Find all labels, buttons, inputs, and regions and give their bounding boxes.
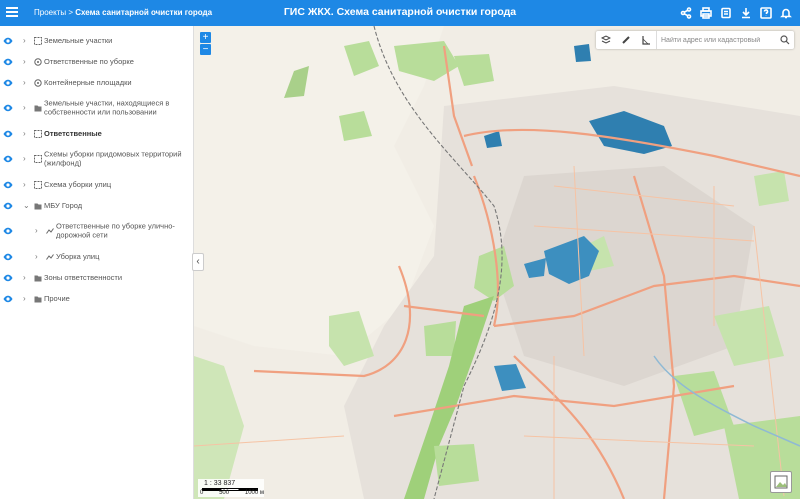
eye-icon[interactable] [3, 274, 13, 284]
chevron-right-icon[interactable]: › [23, 36, 31, 45]
eye-icon[interactable] [3, 37, 13, 47]
map-toolbar: Найти адрес или кадастровый [596, 31, 794, 49]
image-icon [774, 475, 788, 489]
chevron-right-icon[interactable]: › [35, 227, 43, 235]
breadcrumb-current: Схема санитарной очистки города [75, 8, 213, 17]
eye-icon[interactable] [3, 104, 13, 114]
layer-row[interactable]: › Зоны ответственности [0, 267, 193, 288]
search-icon[interactable] [780, 35, 790, 45]
layer-row[interactable]: › Уборка улиц [0, 246, 193, 267]
layer-row[interactable]: › Ответственные [0, 123, 193, 144]
eye-icon[interactable] [3, 202, 13, 212]
folder-icon [34, 274, 42, 282]
eye-icon[interactable] [3, 58, 13, 68]
layer-label: Ответственные по уборке улично-дорожной … [56, 221, 175, 239]
zoom-in-button[interactable]: + [200, 32, 211, 43]
scale-tick: 1000 м [244, 490, 264, 496]
top-bar: Проекты > Схема санитарной очистки город… [0, 0, 800, 26]
eye-icon[interactable] [3, 155, 13, 165]
layer-label: Земельные участки [44, 35, 113, 45]
point-layer-icon [34, 57, 42, 66]
polygon-layer-icon [34, 129, 42, 138]
layers-tool-icon[interactable] [596, 31, 616, 49]
polygon-layer-icon [34, 36, 42, 45]
scale-tick: 500 [219, 490, 230, 496]
folder-icon [34, 202, 42, 210]
polygon-layer-icon [34, 155, 42, 163]
layer-row[interactable]: › Ответственные по уборке улично-дорожной… [0, 216, 193, 246]
eye-icon[interactable] [3, 253, 13, 263]
print-icon[interactable] [698, 4, 714, 22]
layer-label: Зоны ответственности [44, 272, 123, 282]
layer-label: МБУ Город [44, 200, 83, 210]
folder-icon [34, 295, 42, 303]
layer-label: Схемы уборки придомовых территорий (жилф… [44, 149, 182, 167]
layer-label: Схема уборки улиц [44, 179, 112, 189]
layer-row[interactable]: › Схема уборки улиц [0, 174, 193, 195]
layer-row[interactable]: › Контейнерные площадки [0, 72, 193, 93]
eye-icon[interactable] [3, 181, 13, 191]
layer-label: Контейнерные площадки [44, 77, 132, 87]
scale-bar: 1 : 33 837 0 500 1000 м [198, 479, 264, 497]
layer-row[interactable]: › Земельные участки, находящиеся в собств… [0, 93, 193, 123]
scale-tick: 0 [200, 490, 204, 496]
layer-row[interactable]: › Схемы уборки придомовых территорий (жил… [0, 144, 193, 174]
chevron-down-icon[interactable]: ⌄ [23, 201, 31, 210]
layers-panel: › Земельные участки › Ответственные по убор… [0, 26, 194, 499]
point-layer-icon [34, 78, 42, 87]
chevron-right-icon[interactable]: › [23, 155, 31, 163]
chevron-right-icon[interactable]: › [23, 129, 31, 138]
chevron-right-icon[interactable]: › [35, 252, 43, 261]
layer-label: Ответственные [44, 128, 102, 138]
chevron-right-icon[interactable]: › [23, 104, 31, 112]
chevron-right-icon[interactable]: › [23, 57, 31, 66]
chevron-right-icon[interactable]: › [23, 294, 31, 303]
measure-angle-icon[interactable] [636, 31, 656, 49]
layer-label: Земельные участки, находящиеся в собстве… [44, 98, 170, 116]
layer-row[interactable]: › Ответственные по уборке [0, 51, 193, 72]
chevron-right-icon[interactable]: › [23, 180, 31, 189]
info-icon[interactable] [718, 4, 734, 22]
breadcrumb-separator: > [68, 8, 74, 17]
map-view[interactable]: + − Найти адрес или кадастровый 1 : 33 8… [194, 26, 800, 499]
chevron-right-icon[interactable]: › [23, 78, 31, 87]
eye-icon[interactable] [3, 295, 13, 305]
collapse-sidebar-button[interactable]: ‹ [192, 253, 204, 271]
breadcrumb-root[interactable]: Проекты [34, 8, 66, 17]
share-icon[interactable] [678, 4, 694, 22]
polygon-layer-icon [34, 180, 42, 189]
zoom-out-button[interactable]: − [200, 44, 211, 55]
eye-icon[interactable] [3, 79, 13, 89]
line-layer-icon [46, 227, 54, 235]
layer-label: Ответственные по уборке [44, 56, 134, 66]
zoom-controls: + − [200, 32, 211, 56]
bell-icon[interactable] [778, 4, 794, 22]
scale-ratio: 1 : 33 837 [204, 480, 236, 487]
eye-icon[interactable] [3, 227, 13, 237]
layer-row[interactable]: › Прочие [0, 288, 193, 309]
menu-icon[interactable] [6, 5, 20, 21]
folder-icon [34, 104, 42, 112]
chevron-right-icon[interactable]: › [23, 273, 31, 282]
toolbar-icons [678, 4, 794, 22]
map-canvas[interactable] [194, 26, 800, 499]
layer-row[interactable]: ⌄ МБУ Город [0, 195, 193, 216]
line-layer-icon [46, 253, 54, 261]
basemap-switch-button[interactable] [770, 471, 792, 493]
download-icon[interactable] [738, 4, 754, 22]
help-icon[interactable] [758, 4, 774, 22]
search-input[interactable]: Найти адрес или кадастровый [657, 37, 780, 44]
layer-row[interactable]: › Земельные участки [0, 30, 193, 51]
ruler-icon[interactable] [616, 31, 636, 49]
layer-label: Прочие [44, 293, 70, 303]
address-search[interactable]: Найти адрес или кадастровый [656, 31, 794, 49]
breadcrumb: Проекты > Схема санитарной очистки город… [34, 8, 212, 17]
eye-icon[interactable] [3, 130, 13, 140]
layer-label: Уборка улиц [56, 251, 100, 261]
